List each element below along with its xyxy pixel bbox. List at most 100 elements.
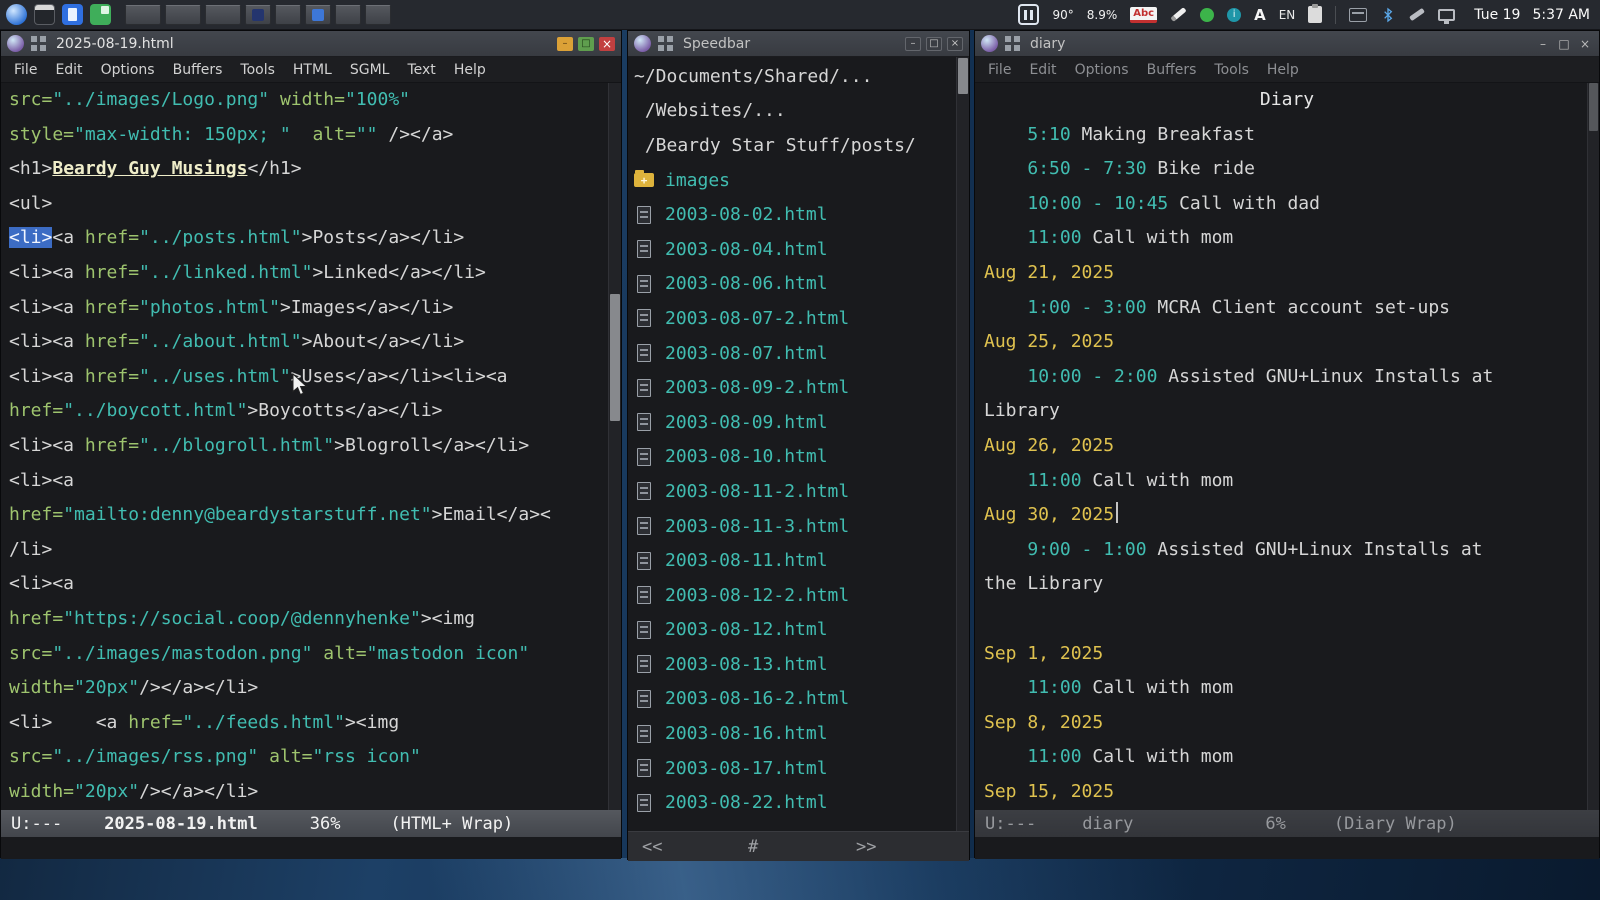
speedbar-item[interactable]: 2003-08-07.html <box>634 336 969 371</box>
file-icon[interactable] <box>637 482 651 500</box>
file-icon[interactable] <box>637 413 651 431</box>
diary-echo-area[interactable] <box>975 837 1599 859</box>
notes-launcher-icon[interactable] <box>90 4 111 25</box>
task-button[interactable] <box>125 5 161 25</box>
file-icon[interactable] <box>637 725 651 743</box>
menu-file[interactable]: File <box>5 62 46 78</box>
speedbar-item-label[interactable]: 2003-08-04.html <box>665 239 828 260</box>
speedbar-item[interactable]: 2003-08-22.html <box>634 785 969 820</box>
speedbar-item-label[interactable]: 2003-08-06.html <box>665 273 828 294</box>
clock[interactable]: Tue 19 5:37 AM <box>1468 7 1590 23</box>
file-icon[interactable] <box>637 448 651 466</box>
speedbar-item-label[interactable]: 2003-08-12.html <box>665 619 828 640</box>
speedbar-item[interactable]: 2003-08-16-2.html <box>634 682 969 717</box>
display-icon[interactable] <box>1438 9 1455 21</box>
speedbar-item[interactable]: 2003-08-09-2.html <box>634 370 969 405</box>
speedbar-prev-button[interactable]: << <box>642 837 662 857</box>
speedbar-item[interactable]: 2003-08-07-2.html <box>634 301 969 336</box>
speedbar-item-label[interactable]: 2003-08-11.html <box>665 550 828 571</box>
menu-html[interactable]: HTML <box>284 62 341 78</box>
maximize-button[interactable]: □ <box>1556 37 1572 51</box>
speedbar-hash-button[interactable]: # <box>748 837 758 857</box>
speedbar-item[interactable]: 2003-08-16.html <box>634 716 969 751</box>
speedbar-item-label[interactable]: /Beardy Star Stuff/posts/ <box>634 135 916 156</box>
speedbar-item-label[interactable]: 2003-08-07-2.html <box>665 308 849 329</box>
speedbar-item-label[interactable]: 2003-08-10.html <box>665 446 828 467</box>
file-icon[interactable] <box>637 240 651 258</box>
menu-help[interactable]: Help <box>445 62 495 78</box>
speedbar-item-label[interactable]: /Websites/... <box>634 100 786 121</box>
menu-edit[interactable]: Edit <box>46 62 91 78</box>
speedbar-item-label[interactable]: ~/Documents/Shared/... <box>634 66 872 87</box>
speedbar-item[interactable]: ~/Documents/Shared/... <box>634 59 969 94</box>
editor-launcher-icon[interactable] <box>62 4 83 25</box>
speedbar-item-label[interactable]: 2003-08-12-2.html <box>665 585 849 606</box>
file-icon[interactable] <box>637 655 651 673</box>
window-menu-icon[interactable] <box>1005 36 1020 51</box>
pencil-icon[interactable] <box>1170 7 1186 22</box>
file-icon[interactable] <box>637 552 651 570</box>
editor-text-area[interactable]: src="../images/Logo.png" width="100%"sty… <box>1 83 621 810</box>
maximize-button[interactable]: □ <box>578 37 594 51</box>
speedbar-item[interactable]: 2003-08-10.html <box>634 440 969 475</box>
speedbar-item[interactable]: 2003-08-11-2.html <box>634 474 969 509</box>
font-tool-icon[interactable]: A <box>1254 6 1266 24</box>
keyboard-icon[interactable] <box>1349 8 1367 22</box>
menu-tools[interactable]: Tools <box>231 62 284 78</box>
speedbar-item[interactable]: 2003-08-06.html <box>634 267 969 302</box>
scrollbar-thumb[interactable] <box>1589 83 1598 131</box>
speedbar-titlebar[interactable]: Speedbar – □ × <box>628 31 969 57</box>
editor-echo-area[interactable] <box>1 837 621 859</box>
task-button[interactable] <box>275 5 301 25</box>
task-button[interactable] <box>305 5 331 25</box>
speedbar-item[interactable]: images <box>634 163 969 198</box>
rotation-indicator[interactable]: 90° <box>1052 8 1073 22</box>
theme-icon[interactable] <box>1409 8 1425 21</box>
menu-help[interactable]: Help <box>1258 62 1308 78</box>
menu-text[interactable]: Text <box>398 62 444 78</box>
file-icon[interactable] <box>637 275 651 293</box>
clipboard-icon[interactable] <box>1308 6 1322 23</box>
task-button[interactable] <box>205 5 241 25</box>
scrollbar-thumb[interactable] <box>958 58 968 94</box>
file-icon[interactable] <box>637 690 651 708</box>
speedbar-item-label[interactable]: 2003-08-16.html <box>665 723 828 744</box>
task-button[interactable] <box>365 5 391 25</box>
spellcheck-icon[interactable]: Abc <box>1130 7 1157 23</box>
menu-buffers[interactable]: Buffers <box>164 62 232 78</box>
speedbar-item-label[interactable]: 2003-08-22.html <box>665 792 828 813</box>
file-icon[interactable] <box>637 206 651 224</box>
speedbar-scrollbar[interactable] <box>956 57 969 831</box>
speedbar-item-label[interactable]: 2003-08-11-3.html <box>665 516 849 537</box>
task-button[interactable] <box>165 5 201 25</box>
menu-options[interactable]: Options <box>92 62 164 78</box>
speedbar-item-label[interactable]: 2003-08-11-2.html <box>665 481 849 502</box>
speedbar-item[interactable]: 2003-08-11.html <box>634 543 969 578</box>
speedbar-item[interactable]: 2003-08-13.html <box>634 647 969 682</box>
speedbar-item[interactable]: 2003-08-02.html <box>634 197 969 232</box>
speedbar-item[interactable]: 2003-08-12.html <box>634 613 969 648</box>
cpu-usage-indicator[interactable]: 8.9% <box>1087 8 1118 22</box>
window-menu-icon[interactable] <box>31 36 46 51</box>
task-button[interactable] <box>245 5 271 25</box>
file-icon[interactable] <box>637 621 651 639</box>
window-menu-icon[interactable] <box>658 36 673 51</box>
terminal-launcher-icon[interactable] <box>34 4 55 25</box>
speedbar-item[interactable]: 2003-08-04.html <box>634 232 969 267</box>
close-button[interactable]: × <box>599 37 615 51</box>
speedbar-item[interactable]: 2003-08-09.html <box>634 405 969 440</box>
speedbar-item[interactable]: 2003-08-11-3.html <box>634 509 969 544</box>
editor-scrollbar[interactable] <box>608 83 621 810</box>
bluetooth-icon[interactable] <box>1380 6 1396 24</box>
speedbar-item-label[interactable]: 2003-08-13.html <box>665 654 828 675</box>
speedbar-next-button[interactable]: >> <box>856 837 876 857</box>
minimize-button[interactable]: – <box>1535 37 1551 51</box>
minimize-button[interactable]: – <box>905 37 921 51</box>
menu-options[interactable]: Options <box>1066 62 1138 78</box>
file-icon[interactable] <box>637 344 651 362</box>
scrollbar-thumb[interactable] <box>610 294 620 421</box>
green-status-icon[interactable] <box>1200 8 1214 22</box>
menu-edit[interactable]: Edit <box>1020 62 1065 78</box>
speedbar-item-label[interactable]: images <box>665 170 730 191</box>
file-icon[interactable] <box>637 586 651 604</box>
